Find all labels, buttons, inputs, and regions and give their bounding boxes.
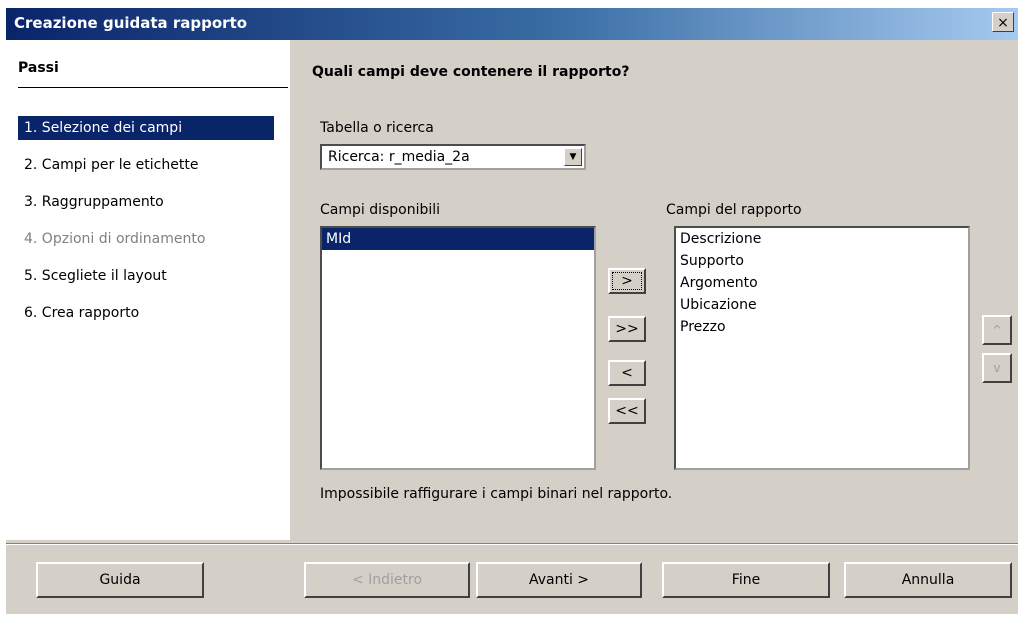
finish-button[interactable]: Fine [662,562,830,598]
steps-title: Passi [18,60,59,76]
chevron-up-icon: ^ [991,323,1003,337]
step-item-4: 4. Opzioni di ordinamento [24,231,206,247]
remove-field-button[interactable]: < [608,360,646,386]
remove-all-fields-button[interactable]: << [608,398,646,424]
page-heading: Quali campi deve contenere il rapporto? [312,64,630,80]
report-fields-label: Campi del rapporto [666,202,802,218]
binary-fields-note: Impossibile raffigurare i campi binari n… [320,486,673,502]
report-field-item[interactable]: Ubicazione [676,294,968,316]
add-all-fields-button[interactable]: >> [608,316,646,342]
close-button[interactable]: × [992,12,1014,32]
move-down-button: v [982,353,1012,383]
steps-divider [18,87,288,88]
report-field-item[interactable]: Supporto [676,250,968,272]
dialog-body: Passi 1. Selezione dei campi 2. Campi pe… [6,40,1018,614]
step-item-5[interactable]: 5. Scegliete il layout [18,264,274,288]
table-label: Tabella o ricerca [320,120,434,136]
chevron-down-icon: v [993,361,1001,375]
next-button[interactable]: Avanti > [476,562,642,598]
chevron-down-icon[interactable]: ▼ [564,148,582,166]
available-fields-list[interactable]: MId [320,226,596,470]
footer-divider-highlight [6,544,1018,545]
table-select[interactable]: Ricerca: r_media_2a ▼ [320,144,586,170]
close-icon: × [997,15,1009,31]
add-field-button[interactable]: > [608,268,646,294]
report-field-item[interactable]: Descrizione [676,228,968,250]
available-field-item[interactable]: MId [322,228,594,250]
help-button[interactable]: Guida [36,562,204,598]
window-title: Creazione guidata rapporto [14,14,248,32]
title-bar: Creazione guidata rapporto × [6,8,1018,40]
report-field-item[interactable]: Argomento [676,272,968,294]
report-fields-list[interactable]: Descrizione Supporto Argomento Ubicazione Pr… [674,226,970,470]
step-item-6[interactable]: 6. Crea rapporto [18,301,274,325]
step-item-1[interactable]: 1. Selezione dei campi [18,116,274,140]
available-fields-label: Campi disponibili [320,202,441,218]
move-up-button: ^ [982,315,1012,345]
report-field-item[interactable]: Prezzo [676,316,968,338]
steps-panel: Passi 1. Selezione dei campi 2. Campi pe… [6,40,290,540]
step-item-2[interactable]: 2. Campi per le etichette [18,153,274,177]
back-button: < Indietro [304,562,470,598]
cancel-button[interactable]: Annulla [844,562,1012,598]
table-select-value: Ricerca: r_media_2a [328,149,470,165]
step-item-3[interactable]: 3. Raggruppamento [18,190,274,214]
